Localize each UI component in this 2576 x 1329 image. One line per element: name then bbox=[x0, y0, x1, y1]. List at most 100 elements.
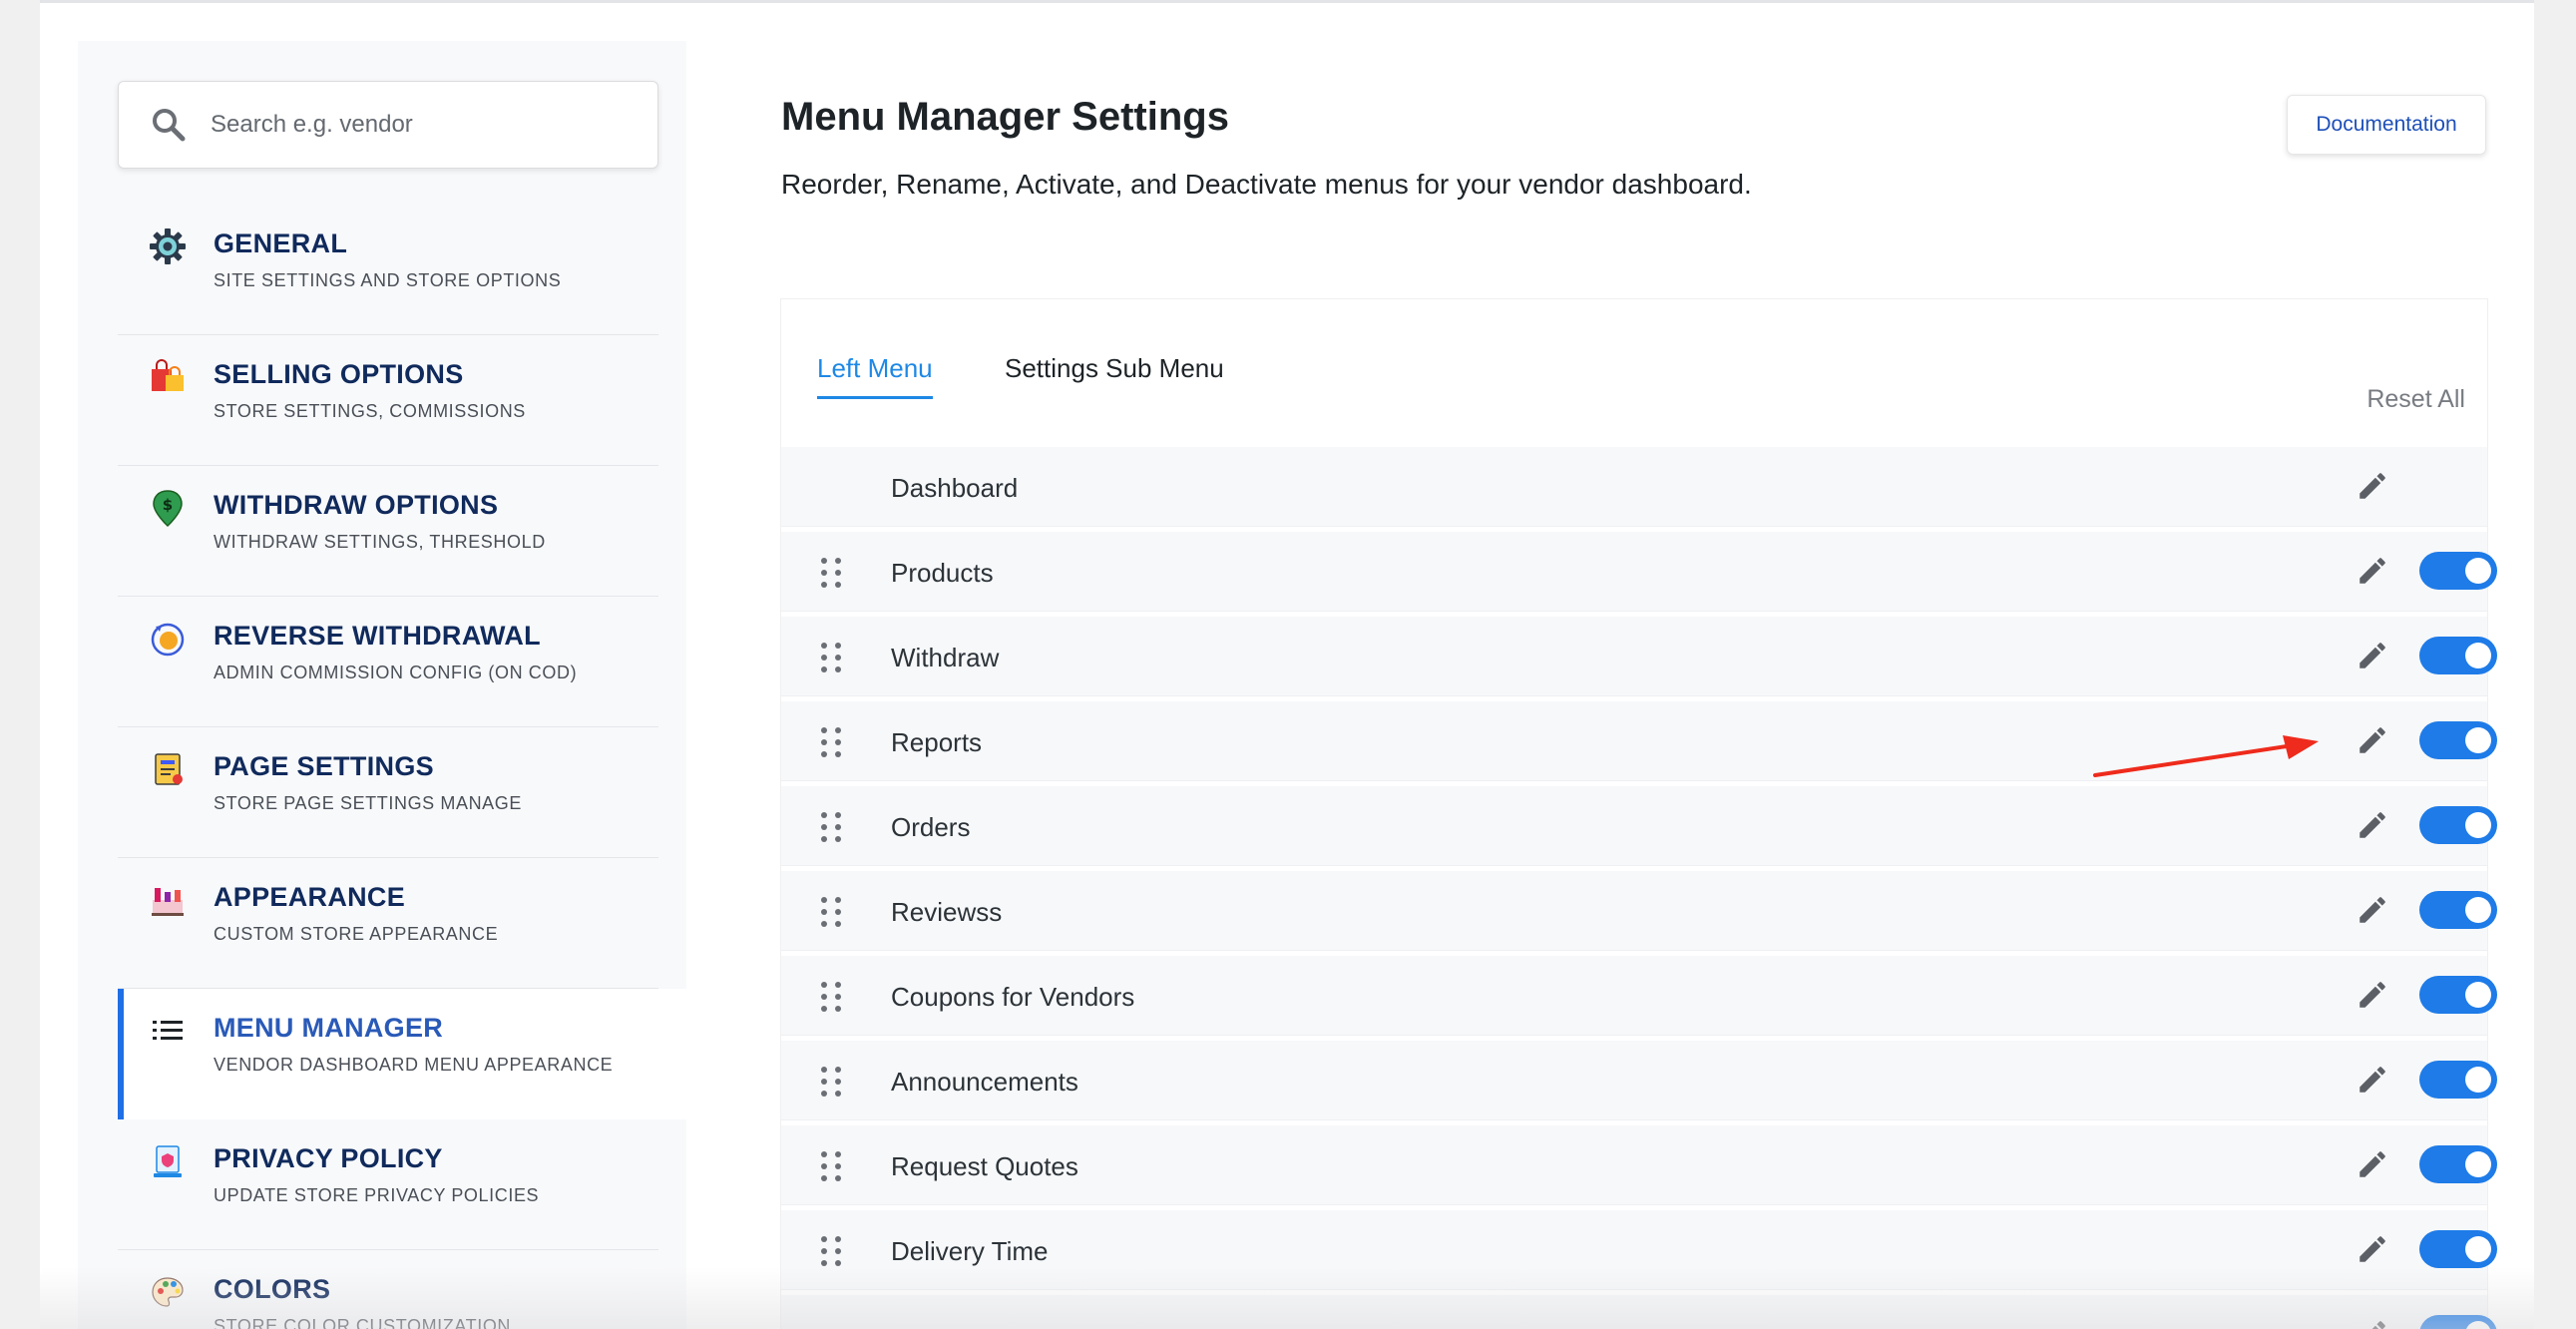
menu-row-delivery-time: Delivery Time bbox=[781, 1210, 2497, 1290]
pencil-icon[interactable] bbox=[2356, 1317, 2389, 1329]
menu-row-products: Products bbox=[781, 532, 2497, 612]
drag-handle-icon[interactable] bbox=[821, 897, 843, 927]
page-description: Reorder, Rename, Activate, and Deactivat… bbox=[781, 169, 1752, 200]
page-title: Menu Manager Settings bbox=[781, 95, 1229, 139]
sidebar-item-subtitle: STORE COLOR CUSTOMIZATION bbox=[214, 1316, 512, 1329]
menu-row-dashboard: Dashboard bbox=[781, 447, 2487, 527]
menu-item-label: Delivery Time bbox=[891, 1236, 1049, 1266]
menu-item-list: Dashboard Products Withdraw Reports Orde… bbox=[781, 447, 2497, 1329]
notebook-icon bbox=[148, 749, 188, 789]
tab-left-menu[interactable]: Left Menu bbox=[817, 353, 933, 399]
menu-item-label: Products bbox=[891, 558, 994, 588]
menu-item-label: Orders bbox=[891, 812, 971, 842]
sidebar-item-subtitle: SITE SETTINGS AND STORE OPTIONS bbox=[214, 270, 562, 290]
pencil-icon[interactable] bbox=[2356, 893, 2389, 927]
svg-text:$: $ bbox=[163, 496, 173, 514]
drag-handle-icon[interactable] bbox=[821, 982, 843, 1012]
pencil-icon[interactable] bbox=[2356, 978, 2389, 1012]
menu-item-toggle[interactable] bbox=[2419, 891, 2497, 929]
palette-icon bbox=[148, 1272, 188, 1312]
privacy-icon bbox=[148, 1141, 188, 1181]
pencil-icon[interactable] bbox=[2356, 554, 2389, 588]
reset-all-link[interactable]: Reset All bbox=[2366, 385, 2465, 414]
drag-handle-icon[interactable] bbox=[821, 727, 843, 757]
settings-nav: GENERAL SITE SETTINGS AND STORE OPTIONS … bbox=[118, 205, 686, 1329]
menu-row-coupons: Coupons for Vendors bbox=[781, 956, 2497, 1036]
drag-handle-icon[interactable] bbox=[821, 1151, 843, 1181]
menu-item-label: Reviewss bbox=[891, 897, 1003, 927]
search-input[interactable] bbox=[211, 111, 649, 139]
drag-handle-icon[interactable] bbox=[821, 643, 843, 672]
sidebar-item-colors[interactable]: COLORS STORE COLOR CUSTOMIZATION bbox=[118, 1250, 658, 1329]
drag-handle-icon[interactable] bbox=[821, 1067, 843, 1097]
sidebar-item-subtitle: WITHDRAW SETTINGS, THRESHOLD bbox=[214, 532, 546, 552]
menu-row-withdraw: Withdraw bbox=[781, 617, 2497, 696]
search-box[interactable] bbox=[118, 81, 658, 169]
settings-sidebar: GENERAL SITE SETTINGS AND STORE OPTIONS … bbox=[78, 41, 686, 1329]
money-pin-icon: $ bbox=[148, 488, 188, 528]
menu-item-label: Withdraw bbox=[891, 643, 1000, 672]
sidebar-item-title: MENU MANAGER bbox=[214, 1013, 444, 1043]
sidebar-item-subtitle: VENDOR DASHBOARD MENU APPEARANCE bbox=[214, 1055, 614, 1075]
menu-item-toggle[interactable] bbox=[2419, 552, 2497, 590]
menu-item-toggle[interactable] bbox=[2419, 1061, 2497, 1099]
menu-item-toggle[interactable] bbox=[2419, 806, 2497, 844]
sidebar-item-subtitle: CUSTOM STORE APPEARANCE bbox=[214, 924, 499, 944]
sidebar-item-subtitle: UPDATE STORE PRIVACY POLICIES bbox=[214, 1185, 540, 1205]
menu-item-toggle[interactable] bbox=[2419, 1230, 2497, 1268]
sidebar-item-page-settings[interactable]: PAGE SETTINGS STORE PAGE SETTINGS MANAGE bbox=[118, 727, 658, 858]
settings-page: GENERAL SITE SETTINGS AND STORE OPTIONS … bbox=[40, 0, 2534, 1329]
search-icon bbox=[153, 109, 186, 142]
menu-item-toggle[interactable] bbox=[2419, 1145, 2497, 1183]
sidebar-item-title: PRIVACY POLICY bbox=[214, 1143, 443, 1173]
pencil-icon[interactable] bbox=[2356, 723, 2389, 757]
sidebar-item-subtitle: ADMIN COMMISSION CONFIG (ON COD) bbox=[214, 663, 578, 682]
sidebar-item-subtitle: STORE PAGE SETTINGS MANAGE bbox=[214, 793, 522, 813]
menu-item-toggle[interactable] bbox=[2419, 637, 2497, 674]
menu-item-toggle[interactable] bbox=[2419, 721, 2497, 759]
documentation-button[interactable]: Documentation bbox=[2287, 95, 2486, 155]
sidebar-item-withdraw-options[interactable]: $ WITHDRAW OPTIONS WITHDRAW SETTINGS, TH… bbox=[118, 466, 658, 597]
menu-item-toggle[interactable] bbox=[2419, 976, 2497, 1014]
drag-handle-icon[interactable] bbox=[821, 812, 843, 842]
sidebar-item-title: WITHDRAW OPTIONS bbox=[214, 490, 499, 520]
menu-item-label: Reports bbox=[891, 727, 983, 757]
pencil-icon[interactable] bbox=[2356, 1147, 2389, 1181]
gear-icon bbox=[148, 226, 188, 266]
storefront-icon bbox=[148, 880, 188, 920]
pencil-icon[interactable] bbox=[2356, 1232, 2389, 1266]
drag-handle-icon[interactable] bbox=[821, 1236, 843, 1266]
menu-row-announcements: Announcements bbox=[781, 1041, 2497, 1120]
sidebar-item-title: SELLING OPTIONS bbox=[214, 359, 464, 389]
sidebar-item-reverse-withdrawal[interactable]: REVERSE WITHDRAWAL ADMIN COMMISSION CONF… bbox=[118, 597, 658, 727]
menu-item-label: Announcements bbox=[891, 1067, 1078, 1097]
sidebar-item-title: PAGE SETTINGS bbox=[214, 751, 434, 781]
tab-settings-sub-menu[interactable]: Settings Sub Menu bbox=[1005, 353, 1224, 396]
pencil-icon[interactable] bbox=[2356, 639, 2389, 672]
menu-row-orders: Orders bbox=[781, 786, 2497, 866]
sidebar-item-appearance[interactable]: APPEARANCE CUSTOM STORE APPEARANCE bbox=[118, 858, 658, 989]
shopping-bags-icon bbox=[148, 357, 188, 397]
menu-item-toggle[interactable] bbox=[2419, 1315, 2497, 1329]
sidebar-item-title: REVERSE WITHDRAWAL bbox=[214, 621, 541, 651]
annotation-arrow-icon bbox=[2093, 735, 2319, 777]
sidebar-item-subtitle: STORE SETTINGS, COMMISSIONS bbox=[214, 401, 526, 421]
sidebar-item-general[interactable]: GENERAL SITE SETTINGS AND STORE OPTIONS bbox=[118, 205, 658, 335]
menu-row-request-quotes: Request Quotes bbox=[781, 1125, 2497, 1205]
sidebar-item-privacy-policy[interactable]: PRIVACY POLICY UPDATE STORE PRIVACY POLI… bbox=[118, 1119, 658, 1250]
drag-handle-icon[interactable] bbox=[821, 558, 843, 588]
menu-manager-panel: Left Menu Settings Sub Menu Reset All Da… bbox=[780, 298, 2497, 1329]
list-icon bbox=[148, 1011, 188, 1051]
sidebar-item-title: APPEARANCE bbox=[214, 882, 406, 912]
sidebar-item-menu-manager[interactable]: MENU MANAGER VENDOR DASHBOARD MENU APPEA… bbox=[118, 989, 686, 1119]
sidebar-item-selling-options[interactable]: SELLING OPTIONS STORE SETTINGS, COMMISSI… bbox=[118, 335, 658, 466]
coin-cycle-icon bbox=[148, 619, 188, 659]
menu-item-label: Request Quotes bbox=[891, 1151, 1078, 1181]
pencil-icon[interactable] bbox=[2356, 1063, 2389, 1097]
pencil-icon[interactable] bbox=[2356, 808, 2389, 842]
sidebar-item-title: GENERAL bbox=[214, 228, 348, 258]
sidebar-item-title: COLORS bbox=[214, 1274, 331, 1304]
menu-item-label: Coupons for Vendors bbox=[891, 982, 1135, 1012]
menu-row-reviews: Reviewss bbox=[781, 871, 2497, 951]
pencil-icon[interactable] bbox=[2356, 469, 2389, 503]
